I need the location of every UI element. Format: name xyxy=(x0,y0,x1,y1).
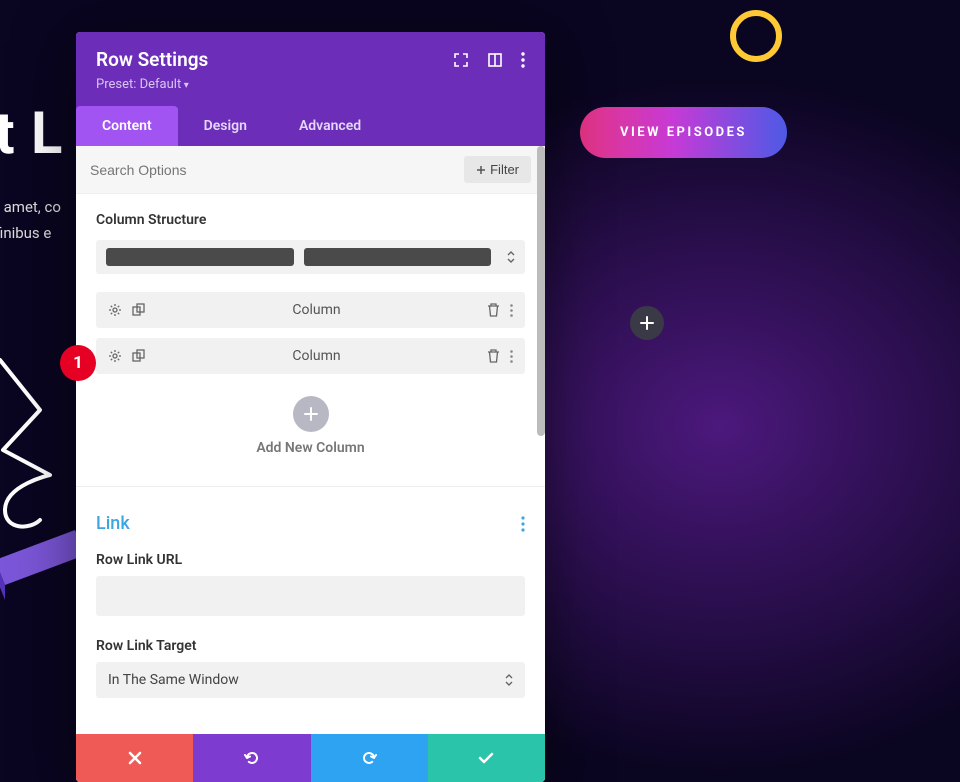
link-section-title[interactable]: Link xyxy=(96,513,130,534)
column-structure-section: Column Structure xyxy=(76,194,545,282)
decorative-triangle xyxy=(0,530,85,600)
add-column-button[interactable] xyxy=(293,396,329,432)
preset-dropdown[interactable]: Preset: Default xyxy=(96,77,525,92)
modal-body: Filter Column Structure Column xyxy=(76,146,545,782)
kebab-icon[interactable] xyxy=(510,350,513,363)
annotation-badge: 1 xyxy=(60,345,96,381)
tabs: Content Design Advanced xyxy=(76,106,545,146)
modal-header: Row Settings Preset: Default xyxy=(76,32,545,106)
decorative-squiggle xyxy=(0,355,65,535)
tab-design[interactable]: Design xyxy=(178,106,273,146)
scrollbar-thumb[interactable] xyxy=(537,146,545,436)
duplicate-icon[interactable] xyxy=(132,349,146,363)
modal-title: Row Settings xyxy=(96,48,208,71)
background-heading: t L xyxy=(0,100,63,168)
responsive-icon[interactable] xyxy=(487,52,503,68)
row-settings-modal: Row Settings Preset: Default Content Des… xyxy=(76,32,545,782)
trash-icon[interactable] xyxy=(487,303,500,317)
kebab-icon[interactable] xyxy=(521,516,525,532)
row-link-url-label: Row Link URL xyxy=(96,552,525,568)
search-input[interactable] xyxy=(90,162,464,178)
updown-icon xyxy=(507,250,515,264)
row-link-target-label: Row Link Target xyxy=(96,638,525,654)
row-link-url-input[interactable] xyxy=(96,576,525,616)
duplicate-icon[interactable] xyxy=(132,303,146,317)
plus-icon xyxy=(476,165,486,175)
trash-icon[interactable] xyxy=(487,349,500,363)
kebab-icon[interactable] xyxy=(510,304,513,317)
expand-icon[interactable] xyxy=(453,52,469,68)
add-column-label: Add New Column xyxy=(76,440,545,456)
row-link-target-select[interactable]: In The Same Window xyxy=(96,662,525,698)
decorative-circle xyxy=(730,10,782,62)
column-structure-select[interactable] xyxy=(96,240,525,274)
column-bar xyxy=(304,248,492,266)
gear-icon[interactable] xyxy=(108,349,122,363)
updown-icon xyxy=(505,673,513,687)
view-episodes-button[interactable]: VIEW EPISODES xyxy=(580,107,787,158)
gear-icon[interactable] xyxy=(108,303,122,317)
tab-content[interactable]: Content xyxy=(76,106,178,146)
filter-button[interactable]: Filter xyxy=(464,156,531,183)
search-row: Filter xyxy=(76,146,545,194)
column-structure-label: Column Structure xyxy=(96,212,525,228)
column-bar xyxy=(106,248,294,266)
link-section: Link Row Link URL Row Link Target In The… xyxy=(76,487,545,734)
add-new-column: Add New Column xyxy=(76,374,545,476)
column-label: Column xyxy=(292,302,340,318)
background-add-button[interactable] xyxy=(630,306,664,340)
column-item[interactable]: Column xyxy=(96,338,525,374)
column-item[interactable]: Column xyxy=(96,292,525,328)
column-label: Column xyxy=(292,348,340,364)
select-value: In The Same Window xyxy=(108,672,239,688)
kebab-icon[interactable] xyxy=(521,52,525,68)
tab-advanced[interactable]: Advanced xyxy=(273,106,387,146)
